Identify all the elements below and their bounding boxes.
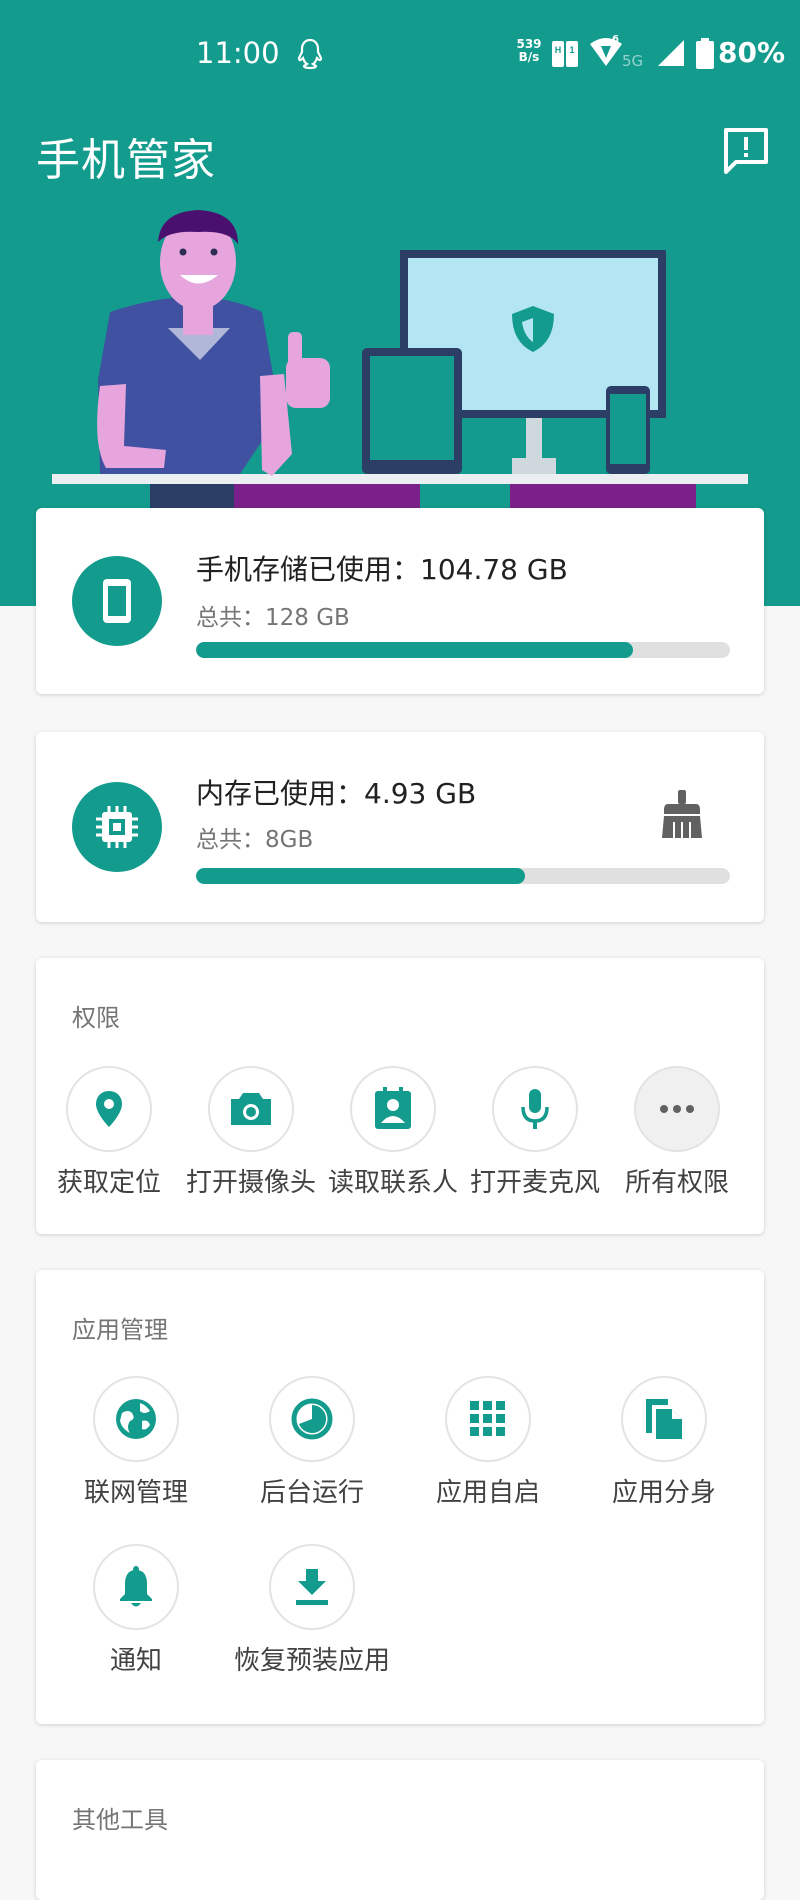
- download-icon: [269, 1544, 355, 1630]
- permission-microphone[interactable]: 打开麦克风: [464, 1066, 606, 1199]
- app-item-label: 应用分身: [611, 1478, 716, 1508]
- svg-text:1: 1: [569, 45, 574, 55]
- app-auto-start[interactable]: 应用自启: [400, 1376, 576, 1509]
- svg-text:H: H: [555, 45, 562, 55]
- clone-icon: [621, 1376, 707, 1462]
- app-clone[interactable]: 应用分身: [576, 1376, 752, 1509]
- microphone-icon: [492, 1066, 578, 1152]
- app-network-management[interactable]: 联网管理: [48, 1376, 224, 1509]
- location-icon: [66, 1066, 152, 1152]
- memory-progress-bar: [196, 868, 730, 884]
- globe-icon: [93, 1376, 179, 1462]
- pie-icon: [269, 1376, 355, 1462]
- app-management-section-title: 应用管理: [72, 1316, 168, 1344]
- storage-progress-bar: [196, 642, 730, 658]
- permission-location[interactable]: 获取定位: [38, 1066, 180, 1199]
- permission-camera[interactable]: 打开摄像头: [180, 1066, 322, 1199]
- status-time: 11:00: [196, 36, 280, 70]
- other-tools-card: 其他工具: [36, 1760, 764, 1900]
- contacts-icon: [350, 1066, 436, 1152]
- app-restore-preinstalled[interactable]: 恢复预装应用: [224, 1544, 400, 1677]
- page-title: 手机管家: [36, 135, 216, 186]
- permissions-section-title: 权限: [72, 1004, 120, 1032]
- permission-label: 所有权限: [624, 1168, 729, 1198]
- app-item-label: 通知: [109, 1646, 162, 1676]
- app-item-label: 应用自启: [435, 1478, 540, 1508]
- wifi-generation: 6: [612, 34, 619, 45]
- app-item-label: 后台运行: [259, 1478, 364, 1508]
- battery-level: 80%: [718, 36, 786, 69]
- permission-label: 打开麦克风: [469, 1168, 600, 1198]
- more-icon: [634, 1066, 720, 1152]
- memory-progress-fill: [196, 868, 525, 884]
- bell-icon: [93, 1544, 179, 1630]
- storage-progress-fill: [196, 642, 634, 658]
- camera-icon: [208, 1066, 294, 1152]
- permission-all[interactable]: 所有权限: [606, 1066, 748, 1199]
- storage-card[interactable]: 手机存储已使用：104.78 GB 总共：128 GB: [36, 508, 764, 694]
- net-speed: 539 B/s: [516, 37, 542, 64]
- other-tools-section-title: 其他工具: [72, 1806, 168, 1834]
- grid-icon: [445, 1376, 531, 1462]
- permission-contacts[interactable]: 读取联系人: [322, 1066, 464, 1199]
- app-management-card: 应用管理 联网管理 后台运行 应用自启 应用分身 通知 恢复预装应用: [36, 1270, 764, 1724]
- storage-total-text: 总共：128 GB: [196, 605, 350, 631]
- permissions-card: 权限 获取定位 打开摄像头 读取联系人 打开麦克风 所有权限: [36, 958, 764, 1234]
- chip-icon: [72, 782, 162, 872]
- app-background-run[interactable]: 后台运行: [224, 1376, 400, 1509]
- battery-icon: [696, 38, 714, 69]
- broom-clean-icon[interactable]: [660, 788, 704, 840]
- permission-label: 读取联系人: [327, 1168, 458, 1198]
- app-notifications[interactable]: 通知: [48, 1544, 224, 1677]
- qq-icon: [297, 38, 323, 70]
- memory-card[interactable]: 内存已使用：4.93 GB 总共：8GB: [36, 732, 764, 922]
- app-item-label: 恢复预装应用: [233, 1646, 390, 1676]
- phone-storage-icon: [72, 556, 162, 646]
- memory-used-text: 内存已使用：4.93 GB: [196, 777, 477, 810]
- permission-label: 获取定位: [56, 1168, 161, 1198]
- feedback-icon[interactable]: [722, 126, 770, 174]
- app-item-label: 联网管理: [83, 1478, 188, 1508]
- memory-total-text: 总共：8GB: [196, 827, 314, 853]
- header-illustration: [52, 210, 748, 514]
- cell-signal-icon: [658, 40, 684, 66]
- dual-sim-icon: H 1: [552, 41, 578, 67]
- network-type: 5G: [622, 52, 644, 70]
- permission-label: 打开摄像头: [185, 1168, 316, 1198]
- storage-used-text: 手机存储已使用：104.78 GB: [196, 553, 568, 586]
